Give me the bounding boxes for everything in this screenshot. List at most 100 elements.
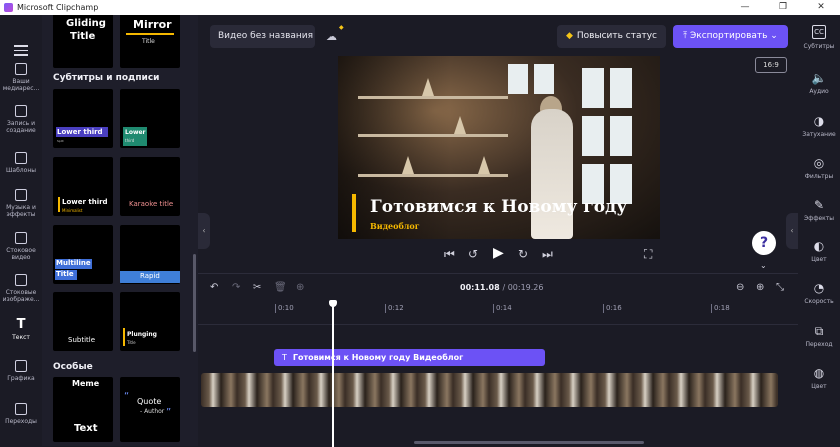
tile-label: Karaoke title bbox=[129, 200, 174, 208]
window-titlebar: Microsoft Clipchamp — ❐ ✕ bbox=[0, 0, 840, 15]
nav-stock-video[interactable]: Стоковое видео bbox=[0, 232, 42, 261]
effects-icon: ✎ bbox=[813, 198, 825, 212]
nav-label: Шаблоны bbox=[6, 167, 36, 174]
rewind-5s-icon[interactable]: ↺ bbox=[468, 247, 478, 261]
tile-quote[interactable]: “ Quote - Author ” bbox=[120, 377, 180, 442]
nav-music-effects[interactable]: Музыка и эффекты bbox=[0, 189, 42, 218]
menu-icon[interactable] bbox=[14, 45, 28, 59]
rnav-captions[interactable]: CC Субтитры bbox=[798, 25, 840, 50]
delete-icon[interactable]: 🗑 bbox=[274, 282, 287, 293]
speed-icon: ◔ bbox=[813, 281, 825, 295]
tile-sub: Title bbox=[127, 340, 136, 345]
video-clip[interactable] bbox=[201, 373, 778, 407]
ruler-tick: 0:18 bbox=[711, 304, 730, 313]
rnav-color[interactable]: ◐ Цвет bbox=[798, 240, 840, 263]
rnav-transition[interactable]: ⧉ Переход bbox=[798, 325, 840, 348]
rnav-audio[interactable]: 🔈 Аудио bbox=[798, 72, 840, 95]
rnav-filters[interactable]: ◎ Фильтры bbox=[798, 157, 840, 180]
transition-icon: ⧉ bbox=[814, 324, 824, 338]
collapse-right-panel-button[interactable]: ‹ bbox=[786, 213, 798, 249]
playhead[interactable] bbox=[329, 300, 337, 447]
export-button[interactable]: ⤒ Экспортировать ⌄ bbox=[673, 25, 788, 48]
tile-mirror-title[interactable]: Mirror Title bbox=[120, 15, 180, 68]
minimize-button[interactable]: — bbox=[726, 0, 764, 15]
skip-forward-icon[interactable]: ⏭ bbox=[542, 247, 553, 262]
cloud-off-icon[interactable]: ☁ bbox=[326, 30, 337, 43]
split-scissors-icon[interactable]: ✂ bbox=[253, 282, 261, 293]
tile-lower-third-minimal[interactable]: Lower third Minimalist bbox=[53, 157, 113, 216]
nav-label: Графика bbox=[7, 375, 35, 382]
tile-rapid[interactable]: Rapid bbox=[120, 225, 180, 284]
nav-graphics[interactable]: Графика bbox=[0, 360, 42, 382]
tile-sub: Minimalist bbox=[62, 208, 83, 213]
forward-5s-icon[interactable]: ↻ bbox=[518, 247, 528, 261]
video-subtitle-overlay[interactable]: Видеоблог bbox=[370, 221, 420, 231]
nav-label: Текст bbox=[12, 334, 30, 341]
tile-label: Rapid bbox=[140, 272, 160, 280]
zoom-out-icon[interactable]: ⊖ bbox=[736, 282, 744, 293]
text-icon: T bbox=[16, 317, 26, 332]
redo-icon[interactable]: ↷ bbox=[232, 282, 240, 293]
tile-label: Subtitle bbox=[68, 336, 96, 344]
maximize-button[interactable]: ❐ bbox=[764, 0, 802, 15]
clipchamp-logo-icon bbox=[4, 3, 13, 12]
library-scrollbar[interactable] bbox=[193, 254, 196, 352]
nav-your-media[interactable]: Ваши медиарес... bbox=[0, 63, 42, 92]
nav-text[interactable]: T Текст bbox=[0, 317, 42, 341]
video-preview[interactable]: Готовимся к Новому году Видеоблог bbox=[338, 56, 660, 239]
tile-karaoke-title[interactable]: Karaoke title bbox=[120, 157, 180, 216]
tile-label: Plunging bbox=[127, 331, 157, 338]
text-clip-icon: T bbox=[282, 353, 287, 362]
text-clip[interactable]: T Готовимся к Новому году Видеоблог bbox=[274, 349, 545, 366]
filters-icon: ◎ bbox=[813, 156, 825, 170]
total-time: 00:19.26 bbox=[507, 283, 544, 292]
aspect-ratio-button[interactable]: 16:9 bbox=[755, 57, 787, 73]
fit-timeline-icon[interactable]: ⤡ bbox=[776, 282, 784, 293]
rnav-label: Скорость bbox=[804, 298, 834, 305]
tile-gliding-title[interactable]: Gliding Title bbox=[53, 15, 113, 68]
tile-accent-line bbox=[126, 33, 174, 35]
nav-record-create[interactable]: Запись и создание bbox=[0, 105, 42, 134]
chevron-down-icon: ⌄ bbox=[767, 31, 778, 41]
tile-lower-third-green[interactable]: Lower third bbox=[120, 89, 180, 148]
close-button[interactable]: ✕ bbox=[802, 0, 840, 15]
play-icon[interactable]: ▶ bbox=[493, 245, 504, 261]
project-name-input[interactable]: Видео без названия bbox=[210, 25, 315, 48]
rnav-label: Фильтры bbox=[804, 173, 834, 180]
ruler-tick: 0:10 bbox=[275, 304, 294, 313]
tile-subtitle[interactable]: Subtitle bbox=[53, 292, 113, 351]
timeline-scrollbar[interactable] bbox=[414, 441, 644, 444]
rnav-effects[interactable]: ✎ Эффекты bbox=[798, 199, 840, 222]
text-clip-label: Готовимся к Новому году Видеоблог bbox=[292, 353, 464, 362]
help-button[interactable]: ? bbox=[752, 231, 776, 255]
fullscreen-icon[interactable]: ⛶ bbox=[644, 247, 652, 262]
decor-tree bbox=[478, 156, 490, 174]
window-pane bbox=[582, 68, 604, 108]
skip-back-icon[interactable]: ⏮ bbox=[444, 247, 455, 262]
tile-meme-text[interactable]: Meme Text bbox=[53, 377, 113, 442]
upgrade-button[interactable]: ◆ Повысить статус bbox=[557, 25, 666, 48]
nav-label: Запись и создание bbox=[6, 120, 36, 134]
undo-icon[interactable]: ↶ bbox=[210, 282, 218, 293]
quote-open-icon: “ bbox=[124, 391, 130, 402]
zoom-in-icon[interactable]: ⊕ bbox=[756, 282, 764, 293]
rnav-fade[interactable]: ◑ Затухание bbox=[798, 115, 840, 138]
tile-line1: Meme bbox=[72, 379, 100, 388]
nav-templates[interactable]: Шаблоны bbox=[0, 152, 42, 174]
tile-lower-third-split[interactable]: Lower third Split bbox=[53, 89, 113, 148]
fade-icon: ◑ bbox=[813, 114, 825, 128]
collapse-left-panel-button[interactable]: ‹ bbox=[198, 213, 210, 249]
audio-icon: 🔈 bbox=[811, 71, 827, 85]
window-pane bbox=[508, 64, 528, 94]
tile-multiline-title[interactable]: Multiline Title bbox=[53, 225, 113, 284]
rnav-color-2[interactable]: ◍ Цвет bbox=[798, 367, 840, 390]
nav-stock-images[interactable]: Стоковые изображе... bbox=[0, 274, 42, 303]
camera-icon bbox=[15, 105, 27, 117]
premium-diamond-icon: ◆ bbox=[339, 24, 344, 31]
add-media-icon[interactable]: ⊕ bbox=[296, 282, 304, 293]
tile-plunging-title[interactable]: Plunging Title bbox=[120, 292, 180, 351]
rnav-speed[interactable]: ◔ Скорость bbox=[798, 282, 840, 305]
chevron-down-icon[interactable]: ⌄ bbox=[760, 261, 767, 270]
nav-transitions[interactable]: Переходы bbox=[0, 403, 42, 425]
video-title-overlay[interactable]: Готовимся к Новому году bbox=[370, 197, 627, 217]
